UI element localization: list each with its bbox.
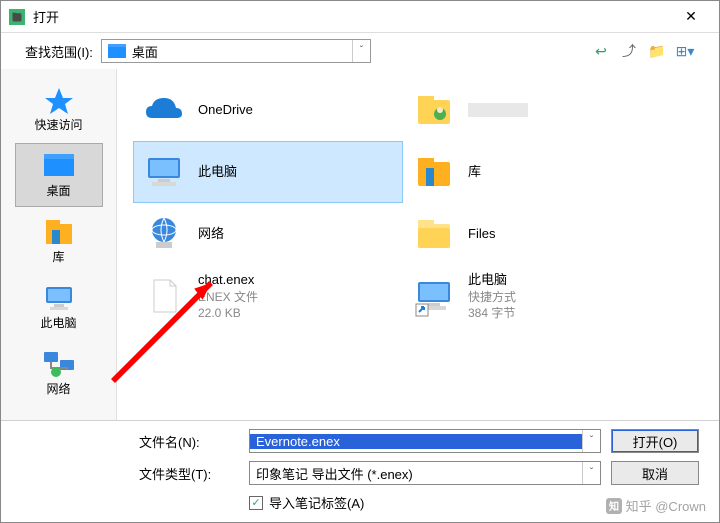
file-this-pc-shortcut[interactable]: 此电脑 快捷方式 384 字节 xyxy=(403,265,673,327)
chevron-down-icon: ˇ xyxy=(582,462,600,484)
bottom-panel: 文件名(N): Evernote.enex ˇ 打开(O) 文件类型(T): 印… xyxy=(1,420,719,522)
sidebar-item-desktop[interactable]: 桌面 xyxy=(15,143,103,207)
blurred-name xyxy=(468,103,528,117)
file-chat-enex[interactable]: chat.enex ENEX 文件 22.0 KB xyxy=(133,265,403,327)
sidebar-item-this-pc[interactable]: 此电脑 xyxy=(15,275,103,339)
cancel-button[interactable]: 取消 xyxy=(611,461,699,485)
import-tags-checkbox[interactable]: ✓ xyxy=(249,496,263,510)
file-onedrive[interactable]: OneDrive xyxy=(133,79,403,141)
chevron-down-icon: ˇ xyxy=(352,40,370,62)
file-list: OneDrive 此电脑 库 网络 Files xyxy=(117,69,719,420)
file-files-folder[interactable]: Files xyxy=(403,203,673,265)
filetype-combo[interactable]: 印象笔记 导出文件 (*.enex) ˇ xyxy=(249,461,601,485)
sidebar: 快速访问 桌面 库 此电脑 网络 xyxy=(1,69,117,420)
filetype-label: 文件类型(T): xyxy=(139,464,239,483)
file-this-pc[interactable]: 此电脑 xyxy=(133,141,403,203)
window-title: 打开 xyxy=(33,7,671,26)
filename-combo[interactable]: Evernote.enex ˇ xyxy=(249,429,601,453)
network-icon xyxy=(142,212,186,256)
look-in-dropdown[interactable]: 桌面 ˇ xyxy=(101,39,371,63)
user-folder-icon xyxy=(412,88,456,132)
computer-icon xyxy=(142,150,186,194)
file-icon xyxy=(142,274,186,318)
filename-label: 文件名(N): xyxy=(139,432,239,451)
back-icon[interactable]: ↩ xyxy=(591,41,611,61)
libraries-icon xyxy=(412,150,456,194)
file-user[interactable] xyxy=(403,79,673,141)
import-tags-label: 导入笔记标签(A) xyxy=(269,493,364,512)
chevron-down-icon: ˇ xyxy=(582,430,600,452)
open-button[interactable]: 打开(O) xyxy=(611,429,699,453)
views-icon[interactable]: ⊞▾ xyxy=(675,41,695,61)
sidebar-item-quick-access[interactable]: 快速访问 xyxy=(15,77,103,141)
new-folder-icon[interactable]: 📁 xyxy=(647,41,667,61)
sidebar-item-network[interactable]: 网络 xyxy=(15,341,103,405)
file-libraries[interactable]: 库 xyxy=(403,141,673,203)
shortcut-icon xyxy=(412,274,456,318)
file-network[interactable]: 网络 xyxy=(133,203,403,265)
look-in-bar: 查找范围(I): 桌面 ˇ ↩ ⤴ 📁 ⊞▾ xyxy=(1,33,719,69)
desktop-icon xyxy=(108,44,126,58)
title-bar: 打开 ✕ xyxy=(1,1,719,33)
look-in-label: 查找范围(I): xyxy=(25,42,93,61)
onedrive-icon xyxy=(142,88,186,132)
close-icon[interactable]: ✕ xyxy=(671,5,711,29)
app-icon xyxy=(9,9,25,25)
folder-icon xyxy=(412,212,456,256)
up-icon[interactable]: ⤴ xyxy=(619,41,639,61)
sidebar-item-libraries[interactable]: 库 xyxy=(15,209,103,273)
